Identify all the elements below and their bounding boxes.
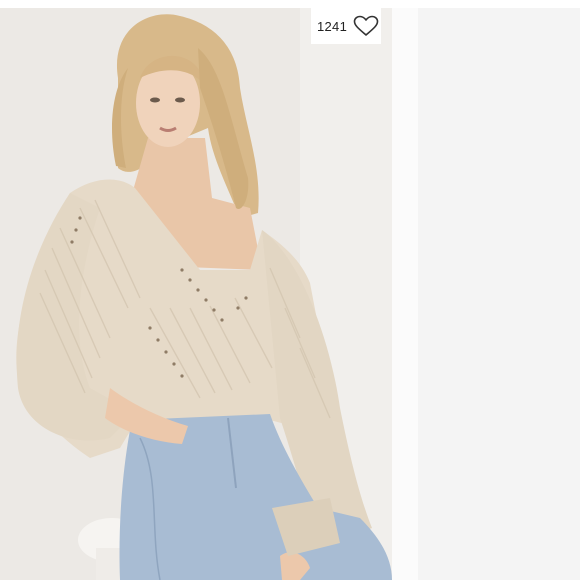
like-button[interactable]: 1241 — [311, 8, 381, 44]
product-photo[interactable] — [0, 8, 392, 580]
photo-gutter — [392, 8, 418, 580]
listing-frame: 1241 — [0, 0, 580, 580]
adjacent-photo-edge — [418, 8, 580, 580]
product-photo-illustration — [0, 8, 392, 580]
like-count: 1241 — [317, 18, 348, 34]
heart-outline-icon[interactable] — [353, 15, 379, 37]
